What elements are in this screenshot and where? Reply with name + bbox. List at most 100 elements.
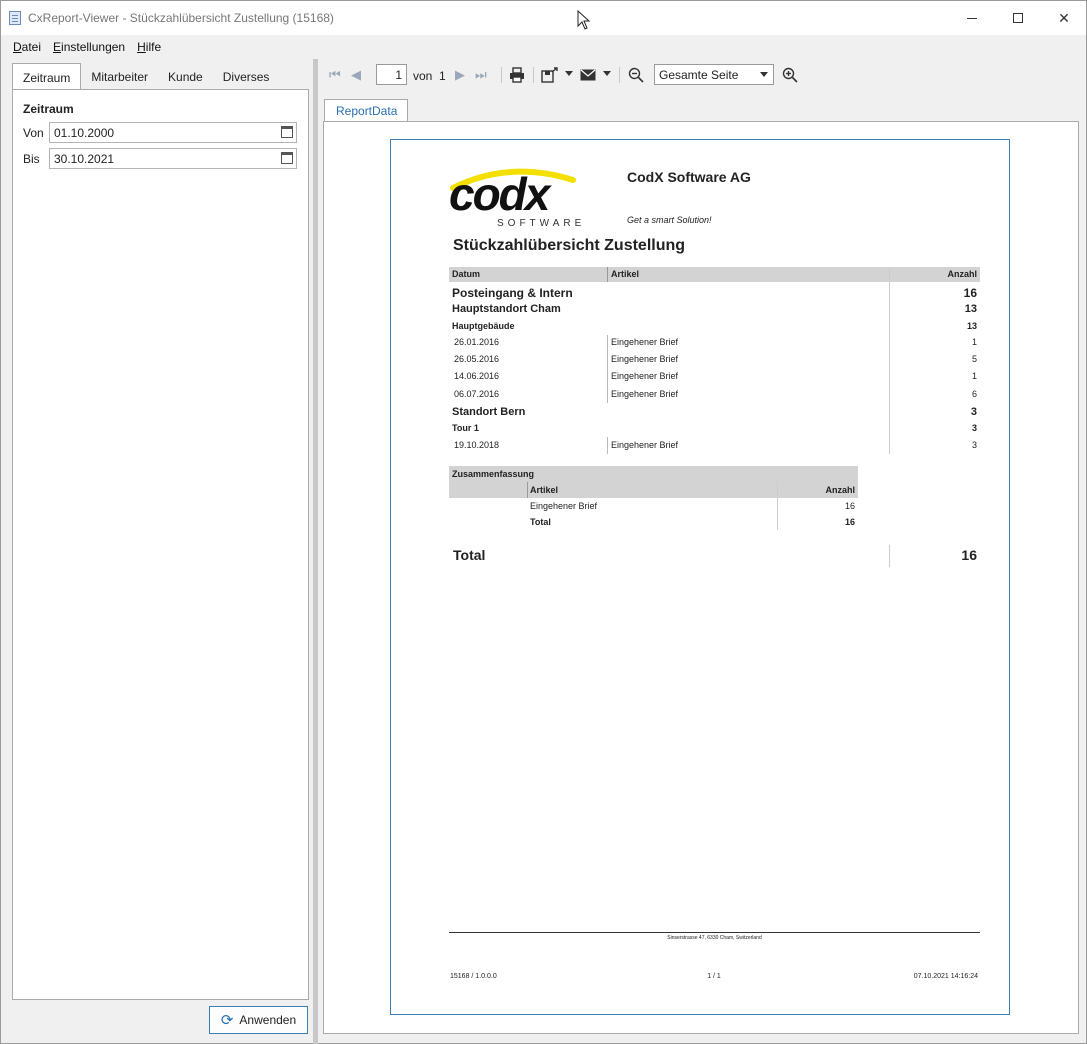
grand-total-value: 16 xyxy=(961,547,977,563)
group-value: 16 xyxy=(963,286,977,300)
title-bar: CxReport-Viewer - Stückzahlübersicht Zus… xyxy=(1,1,1086,35)
company-name: CodX Software AG xyxy=(627,169,751,185)
refresh-icon: ⟳ xyxy=(220,1011,234,1029)
group-label: Tour 1 xyxy=(452,423,479,433)
group-value: 3 xyxy=(970,406,977,418)
menu-hilfe[interactable]: Hilfe xyxy=(131,37,167,57)
company-slogan: Get a smart Solution! xyxy=(627,215,712,225)
row-count: 1 xyxy=(971,337,977,347)
footer-version: 15168 / 1.0.0.0 xyxy=(450,973,497,980)
tab-zeitraum[interactable]: Zeitraum xyxy=(12,63,82,91)
row-article: Eingehener Brief xyxy=(611,354,679,364)
row-article: Eingehener Brief xyxy=(611,389,679,399)
col-divider xyxy=(889,545,890,567)
export-dropdown-icon[interactable] xyxy=(565,71,573,76)
row-count: 1 xyxy=(971,371,977,381)
row-article: Eingehener Brief xyxy=(611,440,679,450)
svg-text:codx: codx xyxy=(449,168,553,220)
minimize-icon xyxy=(967,17,977,19)
row-date: 26.01.2016 xyxy=(454,337,500,347)
close-button[interactable]: ✕ xyxy=(1041,1,1087,35)
app-window: CxReport-Viewer - Stückzahlübersicht Zus… xyxy=(0,0,1087,1044)
grand-total-label: Total xyxy=(453,547,486,563)
summary-col-anzahl: Anzahl xyxy=(825,485,855,495)
tab-kunde[interactable]: Kunde xyxy=(158,63,213,90)
von-date-field[interactable]: 01.10.2000 xyxy=(49,122,297,143)
row-date: 06.07.2016 xyxy=(454,389,500,399)
group-label: Standort Bern xyxy=(452,406,526,418)
bis-date-field[interactable]: 30.10.2021 xyxy=(49,148,297,169)
footer-rule xyxy=(449,932,980,933)
row-count: 3 xyxy=(971,440,977,450)
filter-tabs: Zeitraum Mitarbeiter Kunde Diverses xyxy=(12,63,280,91)
col-divider xyxy=(607,437,608,454)
panel-splitter[interactable] xyxy=(313,59,318,1044)
report-title: Stückzahlübersicht Zustellung xyxy=(453,237,686,254)
summary-item-value: 16 xyxy=(844,501,855,511)
section-title: Zeitraum xyxy=(23,102,74,116)
group-label: Hauptgebäude xyxy=(452,321,515,331)
zoom-in-icon[interactable] xyxy=(782,67,798,83)
col-artikel: Artikel xyxy=(611,269,640,279)
group-value: 13 xyxy=(964,303,977,315)
calendar-icon[interactable] xyxy=(281,126,293,138)
group-label: Hauptstandort Cham xyxy=(452,303,561,315)
menu-einstellungen[interactable]: Einstellungen xyxy=(47,37,131,57)
tab-diverses[interactable]: Diverses xyxy=(213,63,280,90)
group-value: 13 xyxy=(966,321,977,331)
minimize-button[interactable] xyxy=(949,1,995,35)
zoom-select[interactable]: Gesamte Seite xyxy=(654,64,774,85)
col-divider xyxy=(607,335,608,403)
row-article: Eingehener Brief xyxy=(611,337,679,347)
col-anzahl: Anzahl xyxy=(947,269,977,279)
col-divider xyxy=(889,267,890,454)
toolbar-separator xyxy=(619,67,620,83)
summary-col-artikel: Artikel xyxy=(530,485,559,495)
row-count: 5 xyxy=(971,354,977,364)
page-total: 1 xyxy=(439,69,446,83)
footer-address: Sinserstrasse 47, 6330 Cham, Switzerland xyxy=(667,935,762,941)
zoom-out-icon[interactable] xyxy=(628,67,644,83)
maximize-button[interactable] xyxy=(995,1,1041,35)
previous-page-icon[interactable]: ◀ xyxy=(351,67,361,83)
group-label: Posteingang & Intern xyxy=(452,286,573,300)
row-article: Eingehener Brief xyxy=(611,371,679,381)
toolbar-separator xyxy=(533,67,534,83)
summary-total-value: 16 xyxy=(844,517,855,527)
window-title: CxReport-Viewer - Stückzahlübersicht Zus… xyxy=(28,11,334,25)
calendar-icon[interactable] xyxy=(281,152,293,164)
first-page-icon[interactable]: ⏮ xyxy=(329,67,341,83)
col-divider xyxy=(777,482,778,530)
col-datum: Datum xyxy=(452,269,481,279)
print-icon[interactable] xyxy=(509,67,525,83)
col-divider xyxy=(607,267,608,282)
mouse-cursor-icon xyxy=(577,10,591,30)
app-icon xyxy=(9,11,21,25)
summary-title: Zusammenfassung xyxy=(452,469,535,479)
footer-page: 1 / 1 xyxy=(707,973,721,980)
tab-reportdata[interactable]: ReportData xyxy=(324,99,408,122)
bis-label: Bis xyxy=(23,152,40,166)
von-label: Von xyxy=(23,126,44,140)
tab-mitarbeiter[interactable]: Mitarbeiter xyxy=(81,63,158,90)
chevron-down-icon xyxy=(760,72,768,77)
summary-total-label: Total xyxy=(530,517,551,527)
export-icon[interactable] xyxy=(541,67,559,83)
row-count: 6 xyxy=(971,389,977,399)
row-date: 14.06.2016 xyxy=(454,371,500,381)
summary-item: Eingehener Brief xyxy=(530,501,598,511)
menu-datei[interactable]: Datei xyxy=(1,37,47,57)
toolbar-separator xyxy=(501,67,502,83)
email-icon[interactable] xyxy=(580,69,596,81)
close-icon: ✕ xyxy=(1058,9,1070,26)
group-value: 3 xyxy=(971,423,977,433)
of-label: von xyxy=(413,69,433,83)
apply-button[interactable]: ⟳ Anwenden xyxy=(209,1006,308,1034)
maximize-icon xyxy=(1013,13,1023,23)
row-date: 19.10.2018 xyxy=(454,440,500,450)
page-number-input[interactable]: 1 xyxy=(376,64,407,85)
email-dropdown-icon[interactable] xyxy=(603,71,611,76)
next-page-icon[interactable]: ▶ xyxy=(455,67,465,83)
last-page-icon[interactable]: ⏭ xyxy=(475,67,487,83)
menu-bar: Datei Einstellungen Hilfe xyxy=(1,37,167,57)
